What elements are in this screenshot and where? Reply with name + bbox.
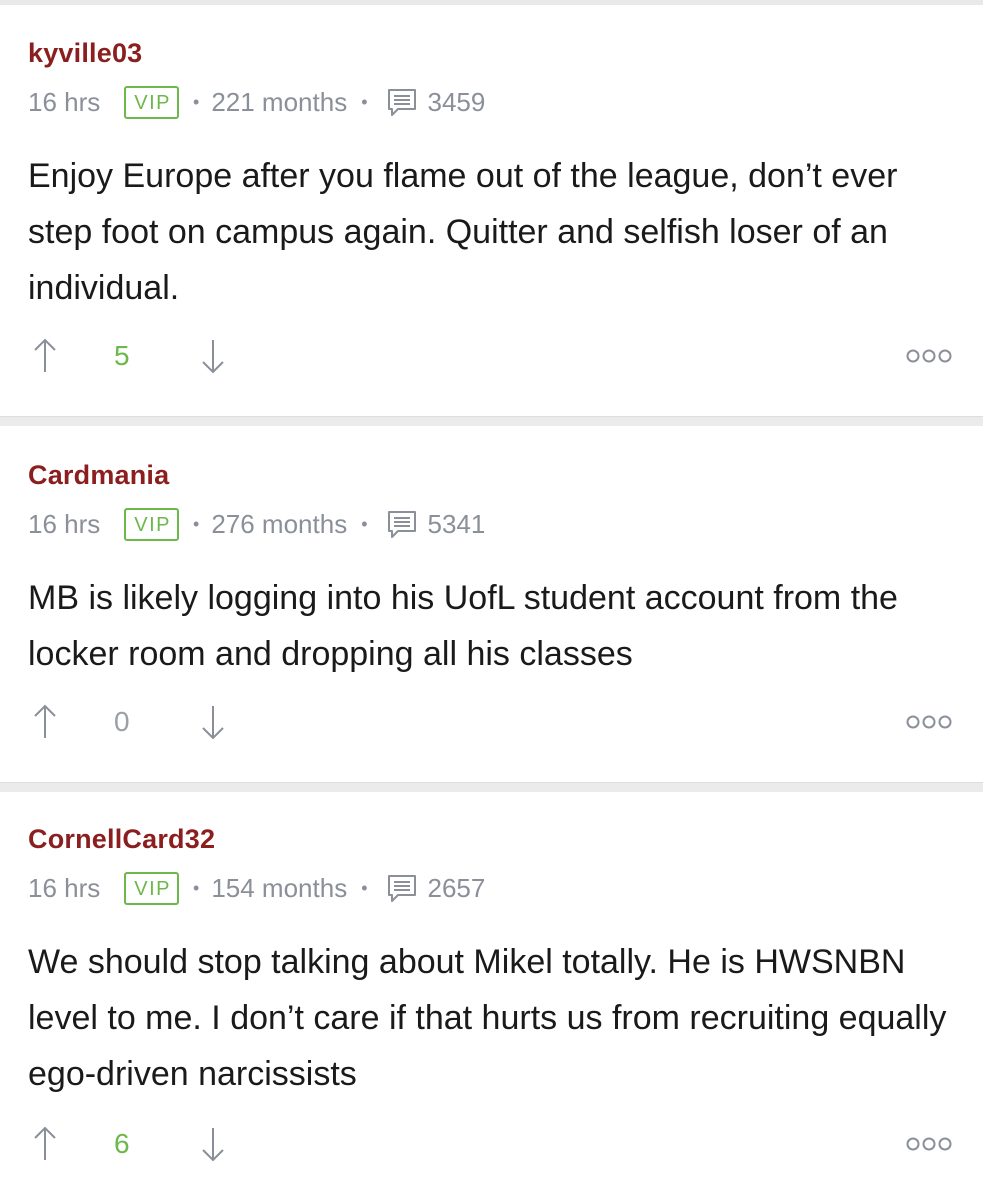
comment-card: Cardmania 16 hrs VIP • 276 months • 5341… [0, 460, 983, 780]
comment-time: 16 hrs [28, 872, 101, 903]
post-count: 5341 [427, 508, 486, 539]
arrow-down-icon[interactable] [198, 1124, 228, 1164]
comment-meta: 16 hrs VIP • 221 months • 3459 [28, 84, 485, 120]
meta-separator: • [361, 91, 368, 112]
arrow-down-icon[interactable] [198, 702, 228, 742]
comment-username[interactable]: Cardmania [28, 460, 169, 491]
arrow-up-icon[interactable] [30, 702, 60, 742]
comment-actions: 5 [28, 336, 958, 376]
message-icon [387, 89, 416, 116]
comment-time: 16 hrs [28, 508, 101, 539]
vip-badge: VIP [124, 871, 180, 905]
post-count: 2657 [427, 872, 486, 903]
meta-separator: • [361, 877, 368, 898]
meta-separator: • [193, 513, 200, 534]
comment-username[interactable]: CornellCard32 [28, 824, 215, 855]
comment-feed: kyville03 16 hrs VIP • 221 months • 3459… [0, 0, 983, 1200]
comment-meta: 16 hrs VIP • 276 months • 5341 [28, 506, 485, 542]
comment-text: Enjoy Europe after you flame out of the … [28, 157, 898, 307]
membership-duration: 221 months [211, 86, 348, 117]
arrow-down-icon[interactable] [198, 336, 228, 376]
post-count: 3459 [427, 86, 486, 117]
comment-meta: 16 hrs VIP • 154 months • 2657 [28, 870, 485, 906]
comment-username[interactable]: kyville03 [28, 38, 142, 69]
vote-count: 6 [114, 1128, 130, 1159]
meta-separator: • [193, 91, 200, 112]
membership-duration: 154 months [211, 872, 348, 903]
arrow-up-icon[interactable] [30, 336, 60, 376]
vip-badge: VIP [124, 85, 180, 119]
section-divider [0, 416, 983, 426]
section-divider [0, 782, 983, 792]
vip-badge: VIP [124, 507, 180, 541]
comment-card: CornellCard32 16 hrs VIP • 154 months • … [0, 824, 983, 1200]
comment-time: 16 hrs [28, 86, 101, 117]
comment-actions: 6 [28, 1124, 958, 1164]
section-divider [0, 0, 983, 5]
more-options-icon[interactable] [906, 348, 952, 364]
more-options-icon[interactable] [906, 714, 952, 730]
vote-count: 0 [114, 706, 130, 737]
message-icon [387, 511, 416, 538]
arrow-up-icon[interactable] [30, 1124, 60, 1164]
vote-count: 5 [114, 340, 130, 371]
comment-actions: 0 [28, 702, 958, 742]
comment-text: MB is likely logging into his UofL stude… [28, 579, 898, 673]
message-icon [387, 875, 416, 902]
more-options-icon[interactable] [906, 1136, 952, 1152]
comment-text: We should stop talking about Mikel total… [28, 943, 947, 1093]
comment-card: kyville03 16 hrs VIP • 221 months • 3459… [0, 38, 983, 410]
meta-separator: • [193, 877, 200, 898]
meta-separator: • [361, 513, 368, 534]
membership-duration: 276 months [211, 508, 348, 539]
